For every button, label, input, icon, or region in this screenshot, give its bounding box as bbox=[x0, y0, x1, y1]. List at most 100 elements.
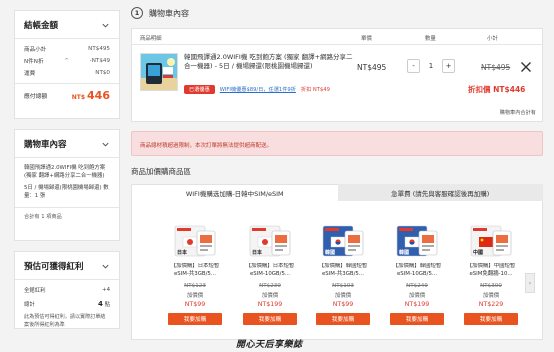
bonus-unit: 點 bbox=[104, 302, 110, 308]
qty-value[interactable]: 1 bbox=[420, 62, 442, 70]
cart-item-name: 韓國飛譯通2.0WIFI機 吃到飽方案 (獨家 翻譯+網路分享二合一機器) bbox=[24, 165, 106, 180]
add-to-cart-button[interactable]: 我要加購 bbox=[168, 313, 222, 325]
remove-item-icon[interactable] bbox=[519, 60, 533, 74]
col-qty: 數量 bbox=[425, 36, 436, 42]
product-image[interactable]: 韓國 bbox=[395, 223, 439, 259]
add-to-cart-button[interactable]: 我要加購 bbox=[390, 313, 444, 325]
addon-product-name[interactable]: 【加價購】日本短暫eSIM-共3GB/5... bbox=[166, 263, 224, 279]
add-to-cart-button[interactable]: 我要加購 bbox=[316, 313, 370, 325]
cart-total-label: 購物車內合計有 bbox=[499, 110, 536, 116]
addon-original-price: NT$249 bbox=[406, 283, 428, 289]
addon-price-label: 加價價 bbox=[261, 293, 279, 299]
cart-column-headers: 商品明細 單價 數量 小計 bbox=[132, 29, 542, 45]
addon-price: NT$199 bbox=[257, 301, 283, 308]
promo-link[interactable]: WIFI機優惠$89/日，任選1件9折 bbox=[220, 86, 296, 93]
product-image[interactable]: 韓國 bbox=[321, 223, 365, 259]
cart-summary-header[interactable]: 購物車內容 bbox=[15, 130, 119, 158]
col-product: 商品明細 bbox=[140, 36, 162, 42]
subtotal-value: NT$495 bbox=[88, 46, 110, 52]
addon-product-card[interactable]: 日本 【加價購】日本短暫eSIM-10GB/5... NT$239 加價價 NT$199… bbox=[241, 223, 299, 325]
addon-product-name[interactable]: 【加價購】韓國短暫eSIM-10GB/5... bbox=[388, 263, 446, 279]
summary-header[interactable]: 結帳金額 bbox=[15, 11, 119, 39]
shipping-row: 運費 NT$0 bbox=[15, 67, 119, 79]
addon-product-card[interactable]: 日本 【加價購】日本短暫eSIM-共3GB/5... NT$123 加價價 NT$99 我… bbox=[166, 223, 224, 325]
bonus-total-value: 4 bbox=[98, 300, 103, 308]
discount-row[interactable]: N件N折 ^ -NT$49 bbox=[15, 55, 119, 67]
bonus-header[interactable]: 預估可獲得紅利 bbox=[15, 252, 119, 280]
chevron-down-icon[interactable] bbox=[101, 140, 110, 149]
total-currency: NT$ bbox=[71, 94, 86, 101]
addon-product-card[interactable]: 中國 【加價購】中國短暫eSIM免翻牆-10... NT$300 加價價 NT$229 我… bbox=[462, 223, 520, 325]
addon-price: NT$99 bbox=[184, 301, 206, 308]
product-name[interactable]: 韓國飛譯通2.0WIFI機 吃到飽方案 (獨家 翻譯+網路分享二合一機器) - … bbox=[184, 53, 354, 71]
add-to-cart-button[interactable]: 我要加購 bbox=[243, 313, 297, 325]
cart-panel: 商品明細 單價 數量 小計 韓國飛譯通2.0WIFI機 吃到飽方案 (獨家 翻譯… bbox=[131, 28, 543, 122]
cart-item-detail: 5日 / 機場歸還(限桃園機場歸還) 數量：1 張 bbox=[24, 184, 109, 200]
addon-product-name[interactable]: 【加價購】中國短暫eSIM免翻牆-10... bbox=[462, 263, 520, 279]
product-image[interactable]: 日本 bbox=[248, 223, 292, 259]
addon-tabs: WIFI機購选加購-日韓中SIM/eSIM 急單費 (請先與客服確認後再加購) bbox=[131, 184, 543, 201]
tab-rush-fee[interactable]: 急單費 (請先與客服確認後再加購) bbox=[337, 184, 543, 201]
cart-section-header: 1 購物車內容 bbox=[131, 7, 189, 19]
checkout-summary-panel: 結帳金額 商品小計 NT$495 N件N折 ^ -NT$49 運費 NT$0 應… bbox=[14, 10, 120, 119]
product-image-text: 韓國 bbox=[325, 250, 336, 256]
summary-title: 結帳金額 bbox=[24, 21, 59, 31]
addon-panel: 日本【加價購】日本短暫eSIM-共3GB/5... NT$123 加價價 NT$99 我… bbox=[131, 201, 543, 340]
qty-minus-button[interactable]: - bbox=[407, 59, 420, 73]
cart-summary-panel: 購物車內容 韓國飛譯通2.0WIFI機 吃到飽方案 (獨家 翻譯+網路分享二合一… bbox=[14, 129, 120, 241]
addon-price-label: 加價價 bbox=[334, 293, 352, 299]
addon-price: NT$199 bbox=[404, 301, 430, 308]
selected-promo-badge[interactable]: 已選優惠 bbox=[184, 85, 215, 94]
product-image-text: 日本 bbox=[252, 250, 263, 256]
shipping-alert: 商品總材積超過限制，本次訂單將無法提供超商配送。 bbox=[131, 131, 543, 156]
product-image-text: 韓國 bbox=[399, 250, 410, 256]
step-number: 1 bbox=[131, 7, 143, 19]
addon-price-label: 加價價 bbox=[482, 293, 500, 299]
store-bonus-value: +4 bbox=[102, 287, 110, 293]
subtotal-label: 商品小計 bbox=[24, 47, 47, 53]
addon-price: NT$99 bbox=[332, 301, 354, 308]
cart-summary-title: 購物車內容 bbox=[24, 140, 67, 150]
product-image[interactable]: 中國 bbox=[469, 223, 513, 259]
promo-discount: 折扣 NT$49 bbox=[300, 87, 330, 93]
quantity-stepper: - 1 + bbox=[407, 59, 455, 73]
addon-product-card[interactable]: 韓國【加價購】韓國短暫eSIM-10GB/5... NT$249 加價價 NT$199… bbox=[388, 223, 446, 325]
chevron-down-icon[interactable] bbox=[101, 262, 110, 271]
bonus-total-row: 總計 4 點 bbox=[15, 297, 119, 311]
subtotal-row: 商品小計 NT$495 bbox=[15, 43, 119, 55]
add-to-cart-button[interactable]: 我要加購 bbox=[464, 313, 518, 325]
product-image-text: 日本 bbox=[177, 250, 188, 256]
total-label: 應付總額 bbox=[24, 94, 48, 100]
addon-original-price: NT$123 bbox=[184, 283, 206, 289]
original-subtotal: NT$495 bbox=[481, 63, 511, 72]
store-bonus-label: 全館紅利 bbox=[24, 288, 46, 294]
tab-wifi-sim[interactable]: WIFI機購选加購-日韓中SIM/eSIM bbox=[131, 184, 338, 201]
addon-price-label: 加價價 bbox=[408, 293, 426, 299]
product-thumbnail[interactable] bbox=[140, 53, 178, 91]
discount-value: -NT$49 bbox=[89, 58, 110, 64]
unit-price: NT$495 bbox=[357, 63, 387, 72]
addon-section-title: 商品加價購商品區 bbox=[131, 167, 191, 176]
chevron-up-icon[interactable]: ^ bbox=[64, 58, 69, 64]
discount-label: N件N折 bbox=[24, 59, 44, 65]
discounted-subtotal: 折扣價 NT$446 bbox=[468, 85, 526, 94]
bonus-title: 預估可獲得紅利 bbox=[24, 262, 84, 272]
addon-product-card[interactable]: 韓國【加價購】韓國短暫eSIM-共3GB/5... NT$103 加價價 NT$99 我… bbox=[314, 223, 372, 325]
footer-caption: 開心天后享樂誌 bbox=[236, 340, 303, 350]
carousel-next-arrow[interactable]: › bbox=[525, 273, 535, 293]
addon-price: NT$229 bbox=[478, 301, 504, 308]
store-bonus-row: 全館紅利 +4 bbox=[15, 283, 119, 297]
chevron-down-icon[interactable] bbox=[101, 21, 110, 30]
col-unit-price: 單價 bbox=[361, 36, 372, 42]
addon-product-name[interactable]: 【加價購】韓國短暫eSIM-共3GB/5... bbox=[314, 263, 372, 279]
cart-section-title: 購物車內容 bbox=[149, 8, 189, 18]
addon-product-name[interactable]: 【加價購】日本短暫eSIM-10GB/5... bbox=[241, 263, 299, 279]
qty-plus-button[interactable]: + bbox=[442, 59, 455, 73]
product-image[interactable]: 日本 bbox=[173, 223, 217, 259]
shipping-value: NT$0 bbox=[95, 70, 110, 76]
bonus-points-panel: 預估可獲得紅利 全館紅利 +4 總計 4 點 此為預估可得紅利，請以實際訂單結案… bbox=[14, 251, 120, 329]
bonus-total-label: 總計 bbox=[24, 302, 35, 308]
product-image-text: 中國 bbox=[473, 250, 484, 256]
total-row: 應付總額 NT$ 446 bbox=[15, 83, 119, 102]
addon-original-price: NT$103 bbox=[332, 283, 354, 289]
